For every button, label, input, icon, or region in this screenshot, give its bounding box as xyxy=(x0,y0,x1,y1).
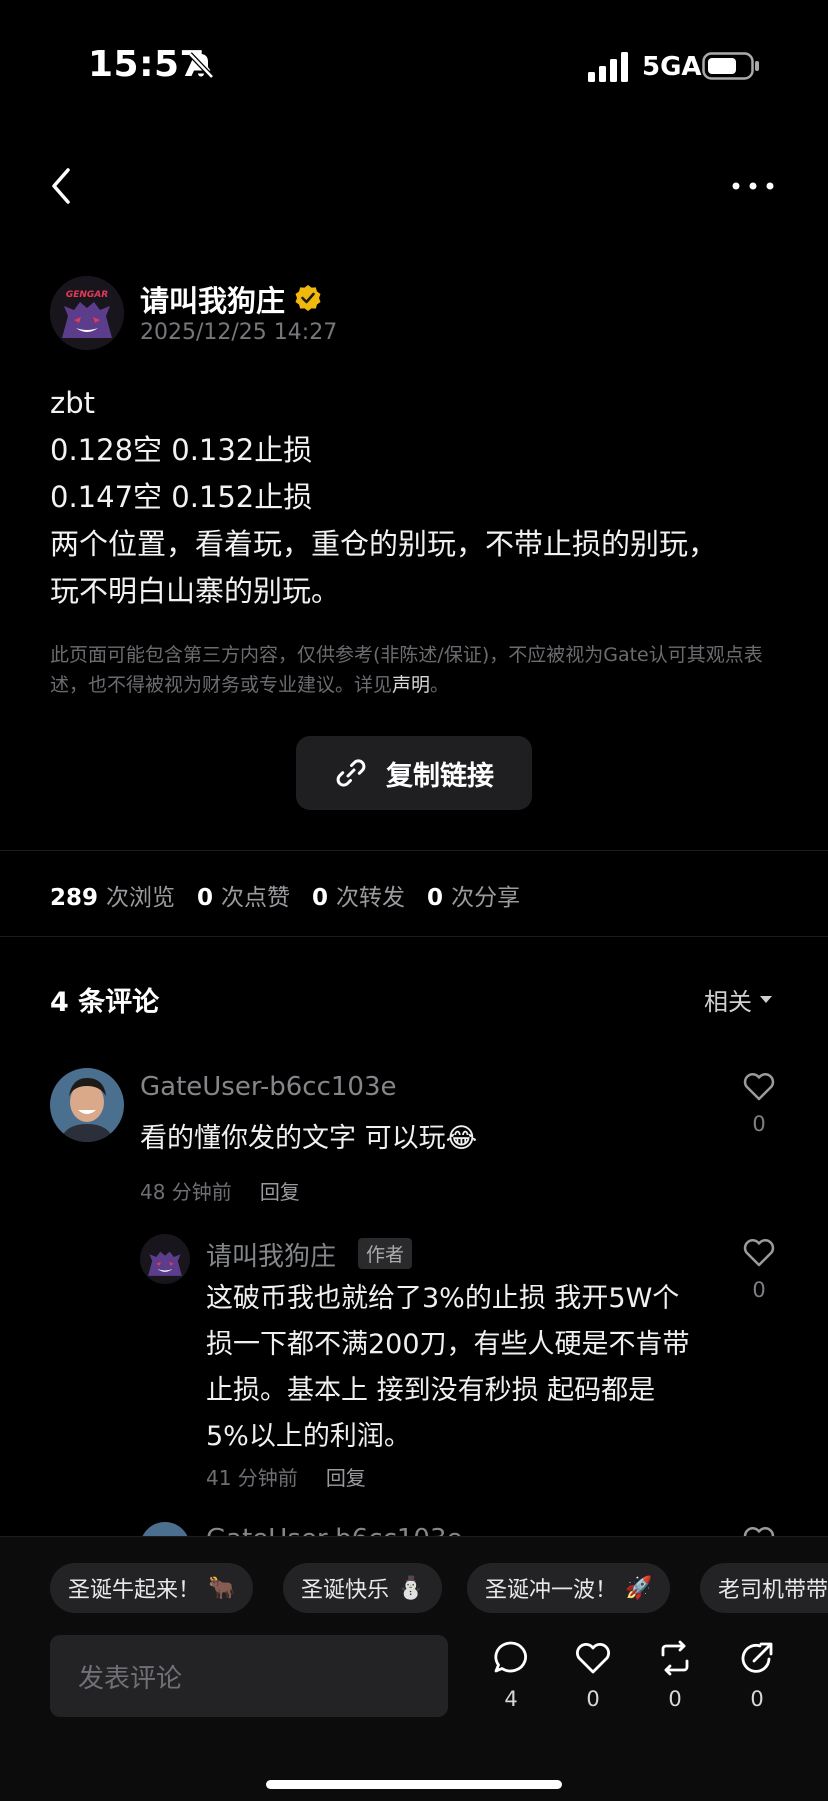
reposts-count: 0 xyxy=(668,1687,682,1711)
comment-like-button[interactable]: 0 xyxy=(741,1070,777,1136)
battery-icon xyxy=(702,52,759,80)
bull-emoji-icon: 🐂 xyxy=(208,1575,236,1601)
reply-text-line: 损一下都不满200刀，有些人硬是不肯带 xyxy=(206,1329,690,1360)
reply-button[interactable]: 回复 xyxy=(260,1180,300,1204)
comments-count: 4 xyxy=(504,1687,518,1711)
copy-link-label: 复制链接 xyxy=(386,760,494,792)
share-action[interactable]: 0 xyxy=(732,1639,782,1711)
rocket-emoji-icon: 🚀 xyxy=(625,1575,653,1601)
comments-title: 4 条评论 xyxy=(50,987,160,1018)
comment-input-placeholder: 发表评论 xyxy=(78,1663,183,1694)
post-line: 0.147空 0.152止损 xyxy=(50,480,313,514)
link-icon xyxy=(336,759,366,787)
disclaimer-link[interactable]: 声明 xyxy=(392,674,430,696)
sort-label: 相关 xyxy=(704,988,752,1016)
chevron-down-icon xyxy=(760,996,772,1003)
post-line: 两个位置，看着玩，重仓的别玩，不带止损的别玩， xyxy=(50,527,718,561)
divider xyxy=(0,850,828,851)
svg-text:GENGAR: GENGAR xyxy=(66,290,108,300)
sort-dropdown[interactable]: 相关 xyxy=(704,982,772,1017)
post-line: 0.128空 0.132止损 xyxy=(50,433,313,467)
more-options-icon[interactable] xyxy=(728,168,778,204)
reply-button[interactable]: 回复 xyxy=(326,1466,366,1490)
stat-likes: 0 次点赞 xyxy=(197,885,291,911)
copy-link-button[interactable]: 复制链接 xyxy=(296,736,532,810)
share-icon xyxy=(741,1642,773,1673)
post-line: zbt xyxy=(50,386,96,420)
stat-views: 289 次浏览 xyxy=(50,885,176,911)
bell-muted-icon xyxy=(188,52,214,79)
verified-badge-icon xyxy=(295,285,321,311)
post-stats: 289 次浏览 0 次点赞 0 次转发 0 次分享 xyxy=(50,878,520,912)
reply-like-button[interactable]: 0 xyxy=(741,1236,777,1302)
snowman-emoji-icon: ⛄ xyxy=(397,1575,425,1601)
reply-author-avatar[interactable] xyxy=(140,1234,190,1284)
post-line: 玩不明白山寨的别玩。 xyxy=(50,574,341,608)
commenter-avatar[interactable] xyxy=(50,1068,124,1142)
like-action[interactable]: 0 xyxy=(568,1639,618,1711)
comment-bubble-icon xyxy=(494,1641,527,1673)
gengar-avatar-image xyxy=(140,1234,190,1284)
reply-like-count: 0 xyxy=(752,1278,766,1302)
user-photo-avatar xyxy=(50,1068,124,1142)
quick-reply-chip[interactable]: 圣诞牛起来！ 🐂 xyxy=(50,1563,254,1613)
stat-shares: 0 次分享 xyxy=(427,885,521,911)
signal-icon xyxy=(588,52,628,82)
status-bar: 15:57 5GA xyxy=(0,0,828,140)
home-indicator[interactable] xyxy=(266,1780,562,1789)
comment-input[interactable]: 发表评论 xyxy=(50,1635,448,1717)
stat-reposts: 0 次转发 xyxy=(312,885,406,911)
heart-icon xyxy=(576,1643,610,1674)
heart-icon xyxy=(743,1239,775,1267)
comment-like-count: 0 xyxy=(752,1112,766,1136)
quick-reply-chip[interactable]: 老司机带带 xyxy=(700,1563,828,1613)
network-type: 5GA xyxy=(642,52,702,82)
back-icon[interactable] xyxy=(42,164,82,208)
reply-text-line: 止损。基本上 接到没有秒损 起码都是 xyxy=(206,1375,656,1406)
reply-author-name[interactable]: 请叫我狗庄 xyxy=(206,1236,336,1273)
heart-icon xyxy=(743,1073,775,1101)
likes-count: 0 xyxy=(586,1687,600,1711)
author-tag: 作者 xyxy=(358,1238,413,1269)
author-avatar[interactable]: GENGAR xyxy=(50,276,124,350)
gengar-avatar-image: GENGAR xyxy=(50,276,124,350)
reply-time: 41 分钟前 xyxy=(206,1466,298,1490)
reply-text-line: 5%以上的利润。 xyxy=(206,1421,411,1452)
divider xyxy=(0,936,828,937)
shares-count: 0 xyxy=(750,1687,764,1711)
reply-text: 这破币我也就给了3%的止损 我开5W个 损一下都不满200刀，有些人硬是不肯带 … xyxy=(206,1276,726,1460)
repost-action[interactable]: 0 xyxy=(650,1639,700,1711)
bottom-panel: 圣诞牛起来！ 🐂 圣诞快乐 ⛄ 圣诞冲一波！ 🚀 老司机带带 发表评论 4 0 0 xyxy=(0,1536,828,1801)
reply-text-line: 这破币我也就给了3%的止损 我开5W个 xyxy=(206,1283,680,1314)
repost-icon xyxy=(661,1640,689,1676)
comments-action[interactable]: 4 xyxy=(486,1639,536,1711)
quick-reply-chip[interactable]: 圣诞冲一波！ 🚀 xyxy=(467,1563,671,1613)
disclaimer: 此页面可能包含第三方内容，仅供参考(非陈述/保证)，不应被视为Gate认可其观点… xyxy=(50,644,763,696)
post-content: zbt 0.128空 0.132止损 0.147空 0.152止损 两个位置，看… xyxy=(50,380,790,615)
author-name[interactable]: 请叫我狗庄 xyxy=(140,278,285,320)
commenter-name[interactable]: GateUser-b6cc103e xyxy=(140,1072,397,1102)
comment-time: 48 分钟前 xyxy=(140,1180,232,1204)
quick-reply-chip[interactable]: 圣诞快乐 ⛄ xyxy=(283,1563,443,1613)
post-timestamp: 2025/12/25 14:27 xyxy=(140,320,338,345)
reply-meta: 41 分钟前 回复 xyxy=(206,1462,366,1491)
comment-text: 看的懂你发的文字 可以玩😂 xyxy=(140,1123,478,1154)
comment-meta: 48 分钟前 回复 xyxy=(140,1176,300,1205)
